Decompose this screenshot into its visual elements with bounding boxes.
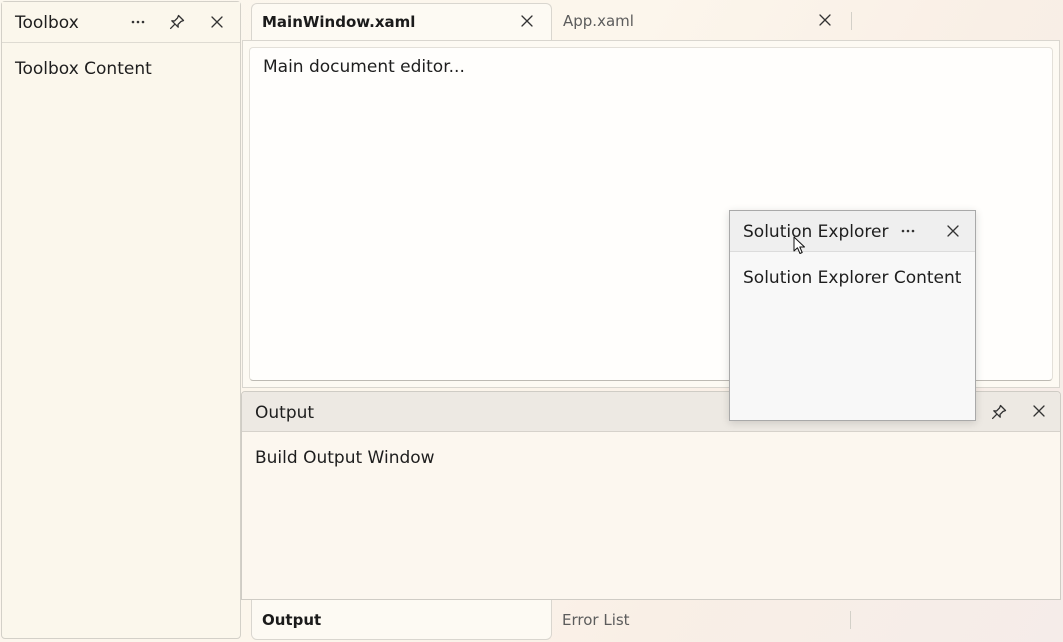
tab-divider [850, 611, 851, 629]
pin-icon[interactable] [990, 403, 1008, 421]
editor-text: Main document editor... [263, 57, 465, 77]
tab-divider [851, 12, 852, 30]
solution-explorer-content: Solution Explorer Content [743, 268, 962, 288]
solution-explorer-window[interactable]: Solution Explorer Solution Explorer Cont… [729, 210, 976, 421]
mouse-cursor-icon [793, 236, 805, 254]
toolbox-pane: Toolbox Toolbox Content [1, 1, 241, 639]
close-icon[interactable] [945, 223, 961, 239]
more-options-icon[interactable] [128, 12, 148, 32]
output-pane: Output Build Output Window [241, 391, 1061, 600]
toolbox-title: Toolbox [15, 13, 79, 33]
output-tab-strip: Output Error List [242, 600, 1060, 642]
toolbox-content: Toolbox Content [15, 59, 152, 79]
close-icon[interactable] [817, 12, 833, 28]
tab-label: MainWindow.xaml [262, 13, 416, 31]
tab-label: Output [262, 611, 322, 629]
solution-explorer-title: Solution Explorer [743, 222, 889, 242]
output-content: Build Output Window [255, 448, 435, 468]
tab-error-list[interactable]: Error List [552, 600, 850, 640]
close-icon[interactable] [1031, 403, 1047, 419]
close-icon[interactable] [519, 13, 535, 29]
tab-output[interactable]: Output [251, 600, 552, 640]
tab-app-xaml[interactable]: App.xaml [553, 3, 851, 41]
tab-mainwindow-xaml[interactable]: MainWindow.xaml [251, 3, 552, 41]
solution-explorer-header[interactable]: Solution Explorer [730, 211, 975, 252]
close-icon[interactable] [209, 14, 225, 30]
document-tab-strip: MainWindow.xaml App.xaml [242, 0, 1060, 41]
tab-label: App.xaml [563, 12, 634, 30]
toolbox-header[interactable]: Toolbox [2, 2, 240, 43]
tab-label: Error List [562, 611, 630, 629]
more-options-icon[interactable] [898, 221, 918, 241]
output-title: Output [255, 403, 315, 423]
pin-icon[interactable] [168, 13, 186, 31]
